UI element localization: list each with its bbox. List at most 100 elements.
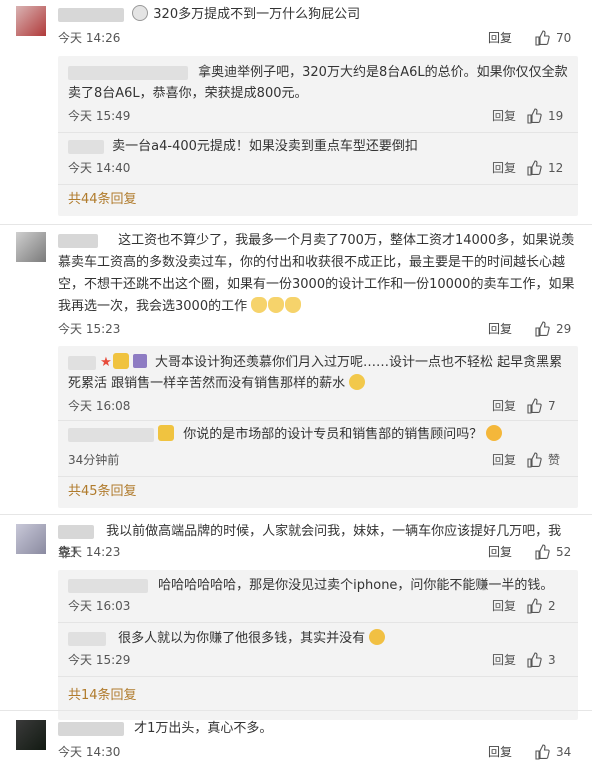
timestamp: 今天 14:40 [68, 161, 131, 175]
reply-meta: 今天 16:08 回复 7 [68, 396, 576, 416]
like-button[interactable]: 12 [526, 158, 576, 178]
level-badge-icon [132, 354, 147, 368]
comment-text-row: 这工资也不算少了，我最多一个月卖了700万，整体工资才14000多，如果说羡慕卖… [58, 230, 578, 318]
reply-text: 你说的是市场部的设计专员和销售部的销售顾问吗？ [183, 427, 483, 442]
timestamp: 34分钟前 [68, 453, 120, 467]
username[interactable] [68, 139, 104, 154]
username[interactable] [58, 7, 124, 22]
badge-icon [112, 353, 129, 369]
comment-meta: 今天 14:30 回复 34 [58, 742, 580, 762]
reply-text-row: ★ 大哥本设计狗还羡慕你们月入过万呢……设计一点也不轻松 起早贪黑累死累活 跟销… [68, 352, 568, 394]
comment-text-row: 才1万出头，真心不多。 [58, 718, 578, 740]
comment-text: 这工资也不算少了，我最多一个月卖了700万，整体工资才14000多，如果说羡慕卖… [58, 233, 575, 314]
reply-button[interactable]: 回复 [488, 319, 512, 339]
cat-emoji-icon [268, 297, 285, 313]
thumbs-up-icon [527, 652, 542, 668]
reply-text-row: 哈哈哈哈哈哈，那是你没见过卖个iphone，问你能不能赚一半的钱。 [68, 575, 568, 596]
reply-text: 哈哈哈哈哈哈，那是你没见过卖个iphone，问你能不能赚一半的钱。 [158, 578, 554, 593]
badge-icon [158, 425, 175, 441]
reply-meta: 今天 15:49 回复 19 [68, 106, 576, 126]
timestamp: 今天 15:23 [58, 322, 121, 336]
thumbs-up-icon [535, 744, 550, 760]
dog-emoji-icon [132, 5, 149, 21]
like-count: 12 [548, 161, 564, 175]
like-count: 29 [556, 322, 572, 336]
username[interactable] [68, 427, 154, 442]
username[interactable] [68, 578, 148, 593]
thumbs-up-icon [527, 398, 542, 414]
avatar[interactable] [16, 524, 46, 554]
reply-button[interactable]: 回复 [492, 396, 516, 416]
thumbs-up-icon [527, 108, 542, 124]
reply-text-row: 卖一台a4-400元提成！如果没卖到重点车型还要倒扣 [68, 136, 568, 157]
timestamp: 今天 14:23 [58, 545, 121, 559]
reply-button[interactable]: 回复 [492, 650, 516, 670]
comment-meta: 今天 14:23 回复 52 [58, 542, 580, 562]
timestamp: 今天 16:03 [68, 599, 131, 613]
like-count: 34 [556, 745, 572, 759]
cat-emoji-icon [285, 297, 302, 313]
view-more-replies-link[interactable]: 共44条回复 [68, 190, 137, 210]
like-button[interactable]: 赞 [526, 450, 576, 470]
username[interactable] [58, 233, 98, 248]
crying-emoji-icon [369, 629, 386, 645]
avatar[interactable] [16, 6, 46, 36]
username[interactable] [58, 721, 124, 736]
timestamp: 今天 15:29 [68, 653, 131, 667]
like-count: 19 [548, 109, 564, 123]
reply-meta: 今天 14:40 回复 12 [68, 158, 576, 178]
divider [58, 132, 578, 133]
reply-panel: ★ 大哥本设计狗还羡慕你们月入过万呢……设计一点也不轻松 起早贪黑累死累活 跟销… [58, 346, 578, 508]
divider [58, 420, 578, 421]
divider [58, 622, 578, 623]
reply-meta: 34分钟前 回复 赞 [68, 450, 576, 470]
divider [0, 224, 592, 225]
divider [58, 184, 578, 185]
thumbs-up-icon [535, 544, 550, 560]
username[interactable] [58, 524, 94, 539]
reply-button[interactable]: 回复 [492, 596, 516, 616]
thumbs-up-icon [527, 598, 542, 614]
star-icon: ★ [100, 355, 112, 370]
avatar[interactable] [16, 232, 46, 262]
reply-button[interactable]: 回复 [492, 158, 516, 178]
reply-text-row: 很多人就以为你赚了他很多钱，其实并没有 [68, 628, 568, 649]
reply-text-row: 拿奥迪举例子吧，320万大约是8台A6L的总价。如果你仅仅全款卖了8台A6L，恭… [68, 62, 568, 104]
reply-meta: 今天 15:29 回复 3 [68, 650, 576, 670]
comment-text: 才1万出头，真心不多。 [134, 721, 273, 736]
username[interactable] [68, 65, 188, 80]
like-button[interactable]: 3 [526, 650, 576, 670]
reply-button[interactable]: 回复 [488, 742, 512, 762]
comment-meta: 今天 14:26 回复 70 [58, 28, 580, 48]
reply-text-row: 你说的是市场部的设计专员和销售部的销售顾问吗？ [68, 424, 568, 445]
divider [58, 476, 578, 477]
view-more-replies-link[interactable]: 共14条回复 [68, 686, 137, 706]
reply-text: 卖一台a4-400元提成！如果没卖到重点车型还要倒扣 [112, 139, 418, 154]
like-button[interactable]: 2 [526, 596, 576, 616]
timestamp: 今天 16:08 [68, 399, 131, 413]
username[interactable] [68, 631, 106, 646]
like-count: 52 [556, 545, 572, 559]
reply-button[interactable]: 回复 [488, 542, 512, 562]
like-count: 70 [556, 31, 572, 45]
reply-button[interactable]: 回复 [492, 106, 516, 126]
reply-meta: 今天 16:03 回复 2 [68, 596, 576, 616]
divider [58, 676, 578, 677]
reply-button[interactable]: 回复 [492, 450, 516, 470]
timestamp: 今天 14:30 [58, 745, 121, 759]
reply-button[interactable]: 回复 [488, 28, 512, 48]
divider [0, 710, 592, 711]
thumbs-up-icon [527, 160, 542, 176]
reply-text: 很多人就以为你赚了他很多钱，其实并没有 [118, 631, 366, 646]
cat-emoji-icon [251, 297, 268, 313]
emoji-icon [349, 374, 366, 390]
like-button[interactable]: 7 [526, 396, 576, 416]
like-button[interactable]: 19 [526, 106, 576, 126]
comment-text-row: 320多万提成不到一万什么狗屁公司 [58, 4, 578, 26]
timestamp: 今天 15:49 [68, 109, 131, 123]
divider [0, 514, 592, 515]
username[interactable] [68, 355, 96, 370]
view-more-replies-link[interactable]: 共45条回复 [68, 482, 137, 502]
avatar[interactable] [16, 720, 46, 750]
timestamp: 今天 14:26 [58, 31, 121, 45]
